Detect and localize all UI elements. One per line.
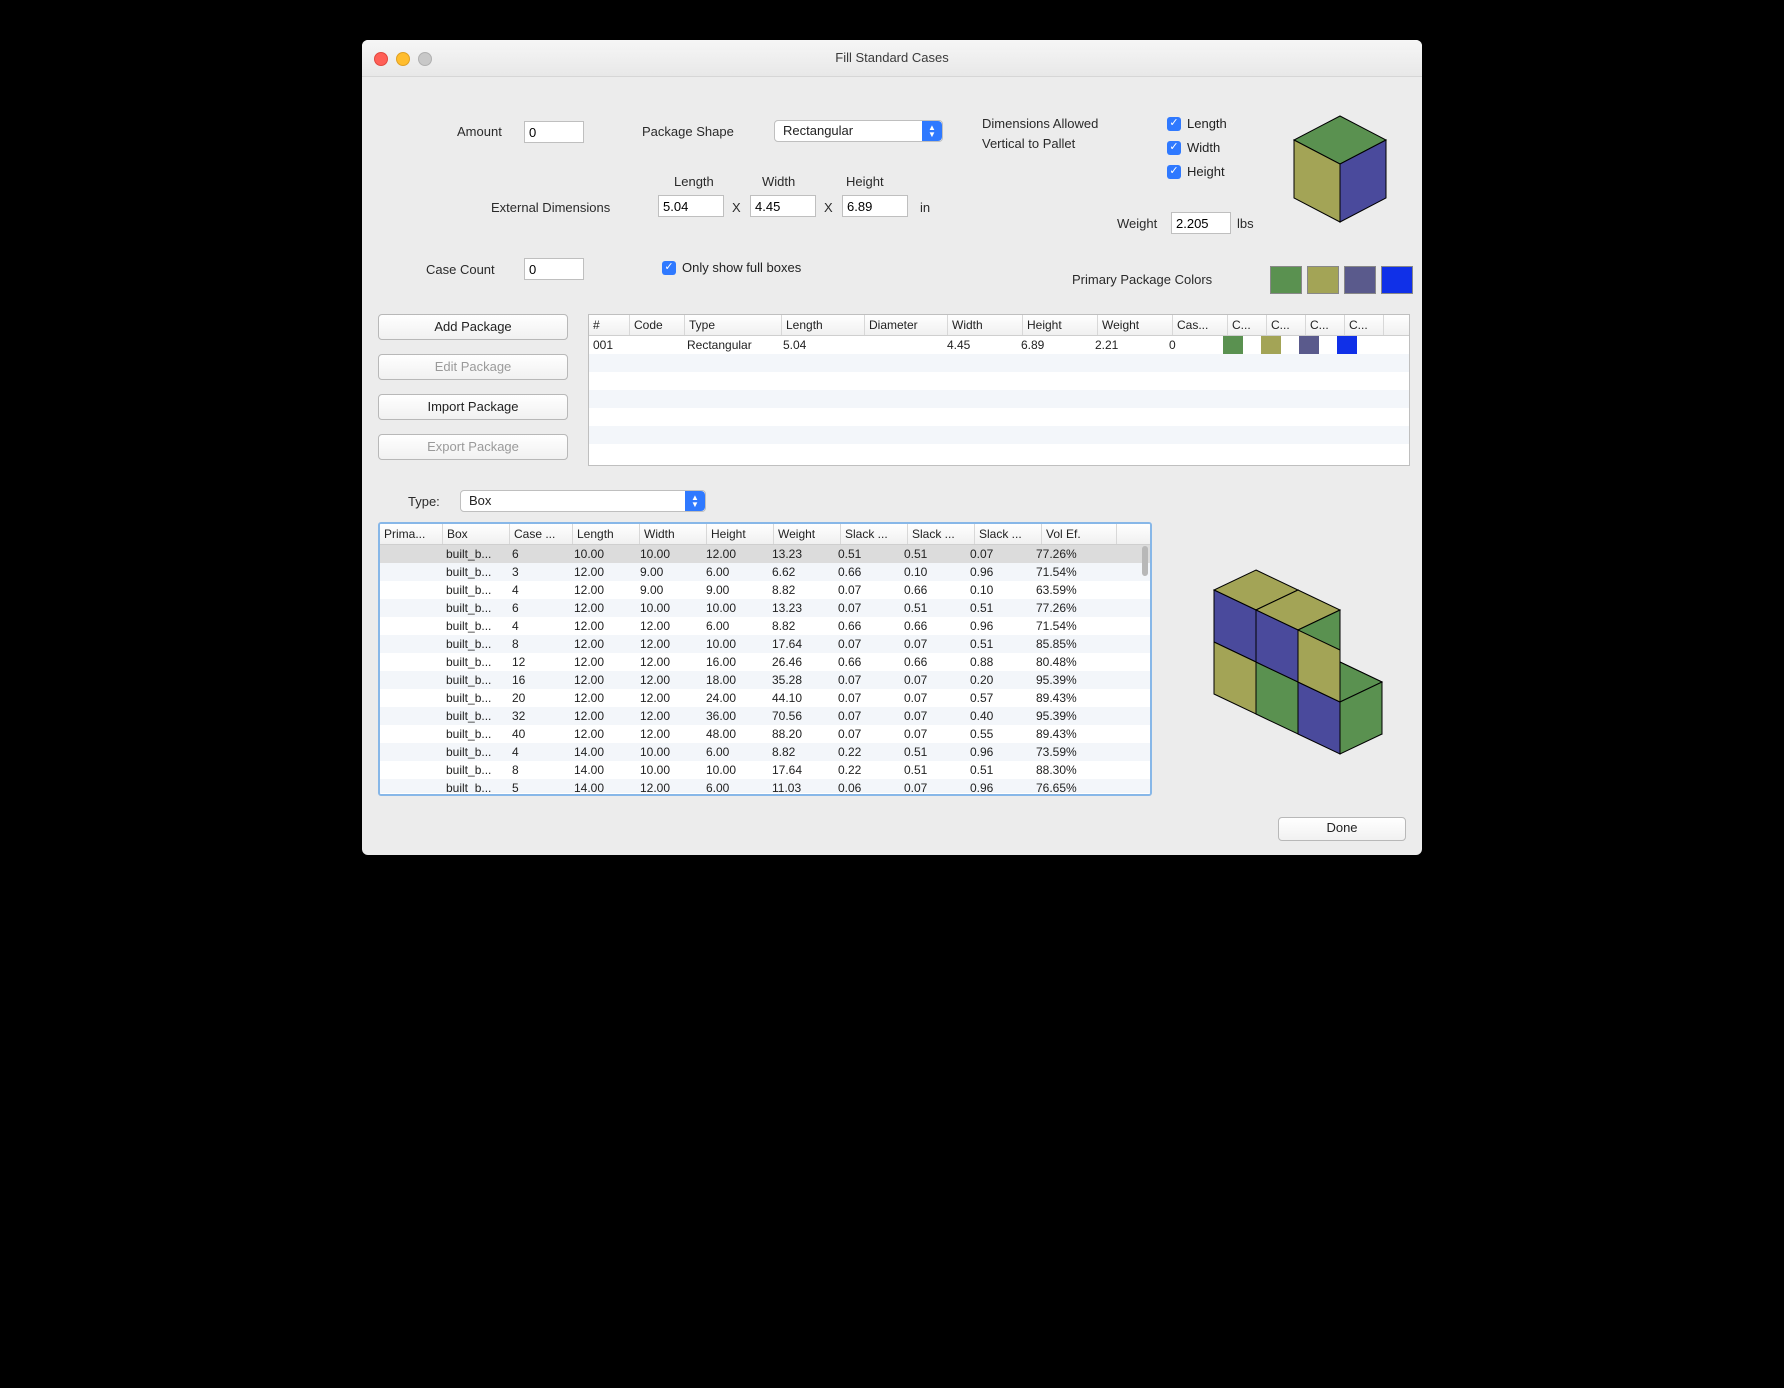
color-swatch-4[interactable] <box>1381 266 1413 294</box>
length-checkbox[interactable]: ✓Length <box>1167 116 1227 131</box>
table-header[interactable]: # <box>589 315 630 335</box>
package-table[interactable]: #CodeTypeLengthDiameterWidthHeightWeight… <box>588 314 1410 466</box>
table-header[interactable]: Height <box>707 524 774 544</box>
amount-input[interactable] <box>524 121 584 143</box>
table-header[interactable]: Diameter <box>865 315 948 335</box>
dims-allowed-label-2: Vertical to Pallet <box>982 136 1075 151</box>
case-count-label: Case Count <box>426 262 495 277</box>
done-button[interactable]: Done <box>1278 817 1406 841</box>
table-header[interactable]: Slack ... <box>841 524 908 544</box>
table-row[interactable]: built_b...412.0012.006.008.820.660.660.9… <box>380 617 1150 635</box>
edit-package-button[interactable]: Edit Package <box>378 354 568 380</box>
table-header[interactable]: Length <box>573 524 640 544</box>
table-row[interactable]: built_b...414.0010.006.008.820.220.510.9… <box>380 743 1150 761</box>
pkg-shape-select[interactable]: Rectangular ▲▼ <box>774 120 943 142</box>
table-header[interactable]: Height <box>1023 315 1098 335</box>
height-header: Height <box>846 174 884 189</box>
chevron-updown-icon: ▲▼ <box>685 491 705 511</box>
chevron-updown-icon: ▲▼ <box>922 121 942 141</box>
box-table[interactable]: Prima...BoxCase ...LengthWidthHeightWeig… <box>380 524 1150 794</box>
unit-label: in <box>920 200 930 215</box>
close-icon[interactable] <box>374 52 388 66</box>
export-package-button[interactable]: Export Package <box>378 434 568 460</box>
type-select[interactable]: Box ▲▼ <box>460 490 706 512</box>
table-row[interactable]: built_b...612.0010.0010.0013.230.070.510… <box>380 599 1150 617</box>
pkg-shape-label: Package Shape <box>642 124 734 139</box>
titlebar: Fill Standard Cases <box>362 40 1422 77</box>
height-input[interactable] <box>842 195 908 217</box>
table-row[interactable]: built_b...812.0012.0010.0017.640.070.070… <box>380 635 1150 653</box>
table-header[interactable]: Prima... <box>380 524 443 544</box>
table-row[interactable]: built_b...814.0010.0010.0017.640.220.510… <box>380 761 1150 779</box>
length-input[interactable] <box>658 195 724 217</box>
table-header[interactable]: Slack ... <box>975 524 1042 544</box>
color-swatch-2[interactable] <box>1307 266 1339 294</box>
fill-standard-cases-window: Fill Standard Cases Amount Package Shape… <box>362 40 1422 855</box>
table-row[interactable]: 001Rectangular5.044.456.892.210 <box>589 336 1409 354</box>
table-header[interactable]: C... <box>1345 315 1384 335</box>
table-header[interactable]: Length <box>782 315 865 335</box>
x-sep-1: X <box>732 200 741 215</box>
type-value: Box <box>469 493 491 508</box>
weight-label: Weight <box>1117 216 1157 231</box>
case-count-input[interactable] <box>524 258 584 280</box>
table-row[interactable]: built_b...412.009.009.008.820.070.660.10… <box>380 581 1150 599</box>
table-header[interactable]: C... <box>1228 315 1267 335</box>
table-header[interactable]: Code <box>630 315 685 335</box>
table-header[interactable]: C... <box>1267 315 1306 335</box>
colors-label: Primary Package Colors <box>1072 272 1212 287</box>
table-row[interactable]: built_b...610.0010.0012.0013.230.510.510… <box>380 545 1150 563</box>
amount-label: Amount <box>457 124 502 139</box>
table-header[interactable]: C... <box>1306 315 1345 335</box>
weight-unit: lbs <box>1237 216 1254 231</box>
table-header[interactable]: Weight <box>1098 315 1173 335</box>
color-swatch-3[interactable] <box>1344 266 1376 294</box>
table-row[interactable]: built_b...312.009.006.006.620.660.100.96… <box>380 563 1150 581</box>
table-header[interactable]: Slack ... <box>908 524 975 544</box>
x-sep-2: X <box>824 200 833 215</box>
dims-allowed-label-1: Dimensions Allowed <box>982 116 1098 131</box>
window-title: Fill Standard Cases <box>835 50 948 65</box>
type-label: Type: <box>408 494 440 509</box>
table-row[interactable]: built_b...1212.0012.0016.0026.460.660.66… <box>380 653 1150 671</box>
table-row[interactable]: built_b...514.0012.006.0011.030.060.070.… <box>380 779 1150 793</box>
table-header[interactable]: Case ... <box>510 524 573 544</box>
table-row[interactable]: built_b...2012.0012.0024.0044.100.070.07… <box>380 689 1150 707</box>
table-header[interactable]: Type <box>685 315 782 335</box>
table-header[interactable]: Width <box>948 315 1023 335</box>
color-swatch-1[interactable] <box>1270 266 1302 294</box>
minimize-icon[interactable] <box>396 52 410 66</box>
case-preview-icon <box>1192 556 1412 776</box>
ext-dims-label: External Dimensions <box>491 200 610 215</box>
table-header[interactable]: Vol Ef. <box>1042 524 1117 544</box>
length-header: Length <box>674 174 714 189</box>
table-row[interactable]: built_b...3212.0012.0036.0070.560.070.07… <box>380 707 1150 725</box>
width-input[interactable] <box>750 195 816 217</box>
scrollbar[interactable] <box>1142 546 1148 576</box>
table-header[interactable]: Weight <box>774 524 841 544</box>
height-checkbox[interactable]: ✓Height <box>1167 164 1225 179</box>
add-package-button[interactable]: Add Package <box>378 314 568 340</box>
import-package-button[interactable]: Import Package <box>378 394 568 420</box>
weight-input[interactable] <box>1171 212 1231 234</box>
table-header[interactable]: Box <box>443 524 510 544</box>
table-row[interactable]: built_b...1612.0012.0018.0035.280.070.07… <box>380 671 1150 689</box>
only-full-checkbox[interactable]: ✓Only show full boxes <box>662 260 801 275</box>
table-row[interactable]: built_b...4012.0012.0048.0088.200.070.07… <box>380 725 1150 743</box>
table-header[interactable]: Width <box>640 524 707 544</box>
pkg-shape-value: Rectangular <box>783 123 853 138</box>
package-preview-icon <box>1282 108 1398 228</box>
zoom-icon[interactable] <box>418 52 432 66</box>
width-checkbox[interactable]: ✓Width <box>1167 140 1220 155</box>
table-header[interactable]: Cas... <box>1173 315 1228 335</box>
width-header: Width <box>762 174 795 189</box>
